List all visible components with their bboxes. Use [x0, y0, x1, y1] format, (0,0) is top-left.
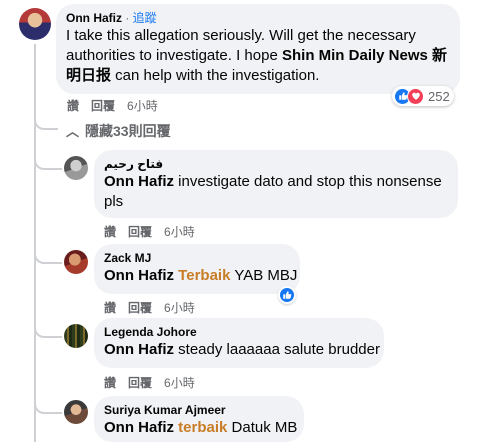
reply-actions: 讚回覆 6小時 — [104, 299, 207, 316]
reply-text: Onn Hafiz steady laaaaaa salute brudder — [104, 340, 380, 360]
reply-button[interactable]: 回覆 — [128, 225, 152, 239]
comment-text: I take this allegation seriously. Will g… — [66, 26, 450, 86]
reply-author[interactable]: فتاح رحيم — [104, 156, 448, 172]
thread-curve-reply-4 — [34, 390, 62, 414]
reply-author[interactable]: Suriya Kumar Ajmeer — [104, 402, 294, 418]
reply-body: steady laaaaaa salute brudder — [174, 341, 380, 358]
like-button[interactable]: 讚 — [104, 225, 116, 239]
chevron-up-icon: ︿ — [66, 123, 80, 139]
mention-link[interactable]: Onn Hafiz — [104, 173, 174, 190]
mention-link[interactable]: Onn Hafiz — [104, 341, 174, 358]
separator: · — [122, 11, 133, 25]
reply-button[interactable]: 回覆 — [91, 99, 115, 113]
reply-button[interactable]: 回覆 — [128, 301, 152, 315]
avatar[interactable] — [64, 250, 88, 274]
thread-curve-hidden — [34, 104, 58, 130]
like-button[interactable]: 讚 — [67, 99, 79, 113]
comment-actions: 讚回覆 6小時 — [67, 97, 170, 114]
reaction-summary[interactable]: 252 — [392, 86, 454, 106]
hide-replies-label: 隱藏33則回覆 — [85, 123, 171, 139]
reply-bubble: Suriya Kumar Ajmeer Onn Hafiz terbaik Da… — [94, 396, 304, 442]
timestamp[interactable]: 6小時 — [127, 99, 158, 113]
reply-bubble: Legenda Johore Onn Hafiz steady laaaaaa … — [94, 318, 384, 368]
reply-text: Onn Hafiz Terbaik YAB MBJ — [104, 266, 297, 286]
avatar[interactable] — [19, 8, 51, 40]
like-button[interactable]: 讚 — [104, 301, 116, 315]
reply-text: Onn Hafiz terbaik Datuk MB — [104, 418, 298, 438]
like-reaction-badge[interactable] — [278, 286, 296, 304]
thread-curve-reply-2 — [34, 240, 62, 264]
comment-author-line: Onn Hafiz · 追蹤 — [66, 10, 450, 26]
highlight-word: Terbaik — [178, 267, 231, 284]
thread-curve-reply-3 — [34, 314, 62, 338]
avatar[interactable] — [64, 156, 88, 180]
comment-bubble-main: Onn Hafiz · 追蹤 I take this allegation se… — [56, 4, 460, 94]
reaction-count: 252 — [428, 88, 450, 104]
reply-body: Datuk MB — [227, 419, 298, 436]
mention-link[interactable]: Onn Hafiz — [104, 267, 174, 284]
follow-link[interactable]: 追蹤 — [133, 11, 157, 25]
highlight-word: terbaik — [178, 419, 228, 436]
mention-link[interactable]: Onn Hafiz — [104, 419, 174, 436]
comment-author[interactable]: Onn Hafiz — [66, 11, 122, 25]
reply-bubble: Zack MJ Onn Hafiz Terbaik YAB MBJ — [94, 244, 300, 294]
reply-author[interactable]: Legenda Johore — [104, 324, 374, 340]
like-button[interactable]: 讚 — [104, 376, 116, 390]
reply-actions: 讚回覆 6小時 — [104, 374, 207, 391]
timestamp[interactable]: 6小時 — [164, 225, 195, 239]
timestamp[interactable]: 6小時 — [164, 301, 195, 315]
avatar[interactable] — [64, 400, 88, 424]
hide-replies-toggle[interactable]: ︿ 隱藏33則回覆 — [66, 121, 171, 141]
reply-bubble: فتاح رحيم Onn Hafiz investigate dato and… — [94, 150, 458, 218]
reply-text: Onn Hafiz investigate dato and stop this… — [104, 172, 448, 212]
reply-actions: 讚回覆 6小時 — [104, 223, 207, 240]
love-icon — [407, 87, 424, 105]
reply-button[interactable]: 回覆 — [128, 376, 152, 390]
avatar[interactable] — [64, 324, 88, 348]
thread-curve-reply-1 — [34, 140, 62, 170]
comment-text-after: can help with the investigation. — [111, 67, 320, 84]
reply-body: YAB MBJ — [230, 267, 298, 284]
like-icon — [283, 291, 292, 299]
reply-author[interactable]: Zack MJ — [104, 250, 290, 266]
timestamp[interactable]: 6小時 — [164, 376, 195, 390]
